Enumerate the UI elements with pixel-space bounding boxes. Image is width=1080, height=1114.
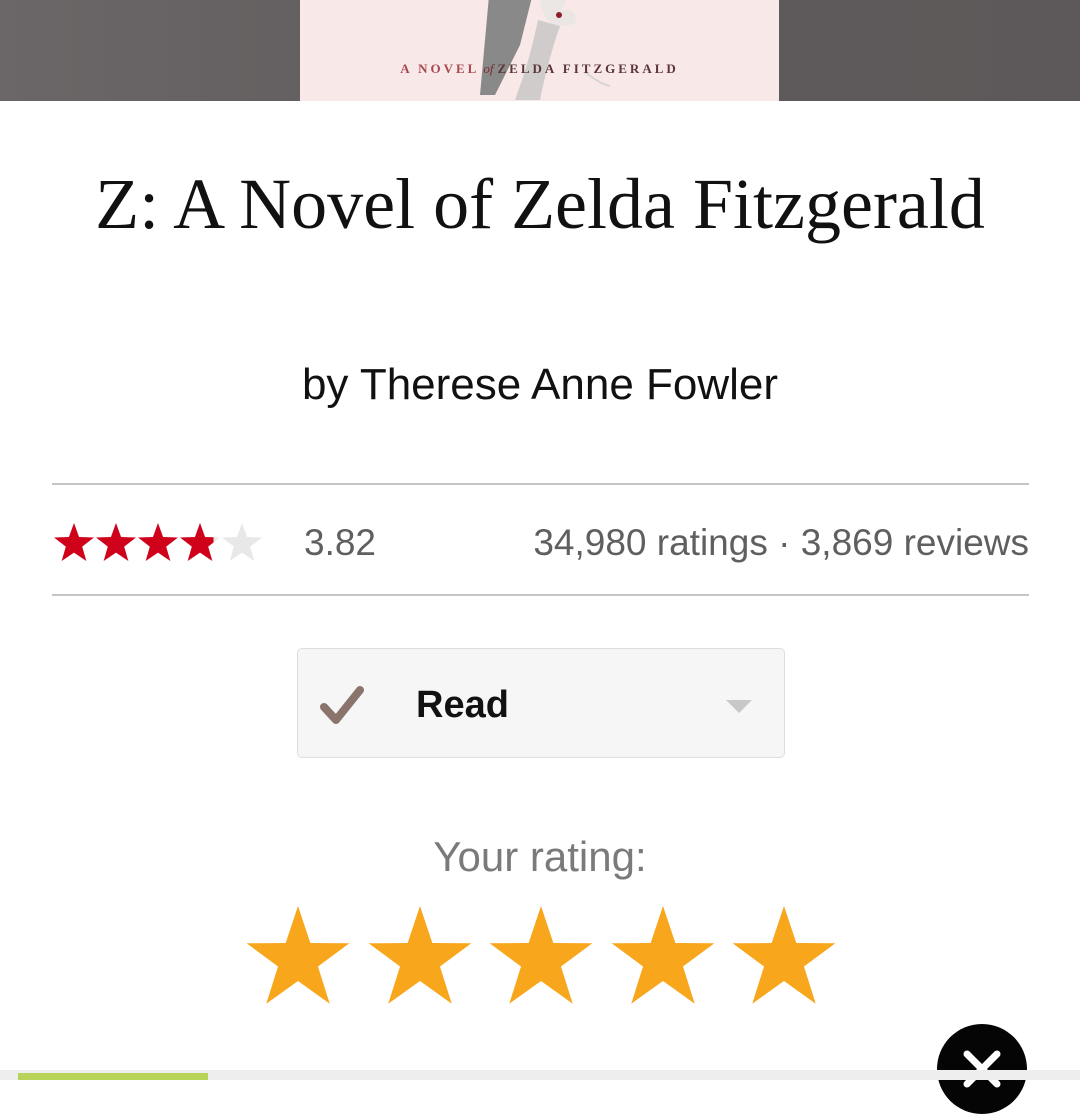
stats-divider-top xyxy=(52,483,1029,485)
caret-down-icon[interactable] xyxy=(724,698,754,714)
check-icon xyxy=(320,686,364,724)
your-rating-label: Your rating: xyxy=(433,833,647,880)
shelf-status-label: Read xyxy=(416,684,509,726)
cover-text-prefix: A NOVEL xyxy=(400,61,480,76)
cover-text-name: ZELDA FITZGERALD xyxy=(497,61,679,76)
cover-figure-illustration xyxy=(480,0,611,100)
star-icon[interactable] xyxy=(730,904,838,1008)
star-icon-empty xyxy=(222,523,262,561)
star-icon-filled xyxy=(96,523,136,561)
star-icon-filled xyxy=(138,523,178,561)
cover-subtitle: A NOVEL of ZELDA FITZGERALD xyxy=(300,61,779,77)
average-rating-stars xyxy=(54,523,262,561)
stats-divider-bottom xyxy=(52,594,1029,596)
close-icon xyxy=(963,1050,1001,1088)
shelf-status-button[interactable]: Read xyxy=(297,648,785,758)
ad-banner-edge xyxy=(0,1070,1080,1080)
book-cover-image[interactable]: A NOVEL of ZELDA FITZGERALD xyxy=(300,0,779,101)
rating-stats: 3.82 34,980 ratings · 3,869 reviews xyxy=(52,515,1029,571)
close-button[interactable] xyxy=(937,1024,1027,1114)
book-title: Z: A Novel of Zelda Fitzgerald xyxy=(95,164,985,244)
star-icon[interactable] xyxy=(609,904,717,1008)
star-icon[interactable] xyxy=(244,904,352,1008)
star-icon[interactable] xyxy=(487,904,595,1008)
user-rating-stars[interactable] xyxy=(244,904,838,1008)
star-icon-filled xyxy=(54,523,94,561)
star-icon[interactable] xyxy=(366,904,474,1008)
average-rating-value: 3.82 xyxy=(304,522,377,563)
book-author[interactable]: by Therese Anne Fowler xyxy=(60,358,1020,412)
cover-text-of: of xyxy=(483,61,494,76)
book-cover-banner: A NOVEL of ZELDA FITZGERALD xyxy=(0,0,1080,101)
ad-banner-tab xyxy=(18,1073,208,1080)
ratings-reviews-count[interactable]: 34,980 ratings · 3,869 reviews xyxy=(533,521,1029,565)
